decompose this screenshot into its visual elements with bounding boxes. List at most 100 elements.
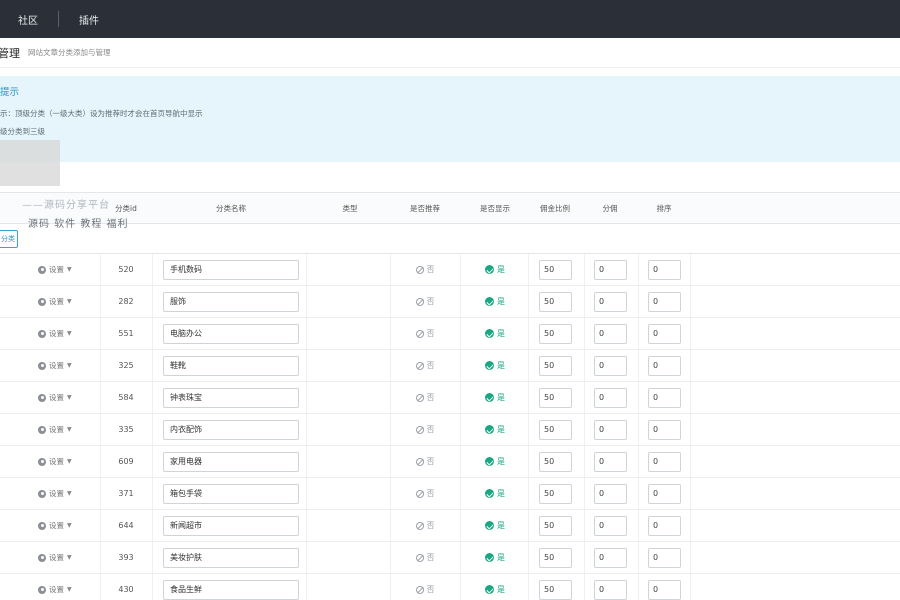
show-toggle[interactable]: 是 [470,318,520,349]
commission-input[interactable]: 50 [539,515,572,536]
cell-divider [690,286,691,317]
sort-input[interactable]: 0 [648,419,681,440]
sort-input[interactable]: 0 [648,259,681,280]
cell-divider [584,350,585,381]
commission-input[interactable]: 50 [539,259,572,280]
show-toggle[interactable]: 是 [470,542,520,573]
show-toggle[interactable]: 是 [470,446,520,477]
share-input[interactable]: 0 [594,579,627,600]
share-input[interactable]: 0 [594,259,627,280]
commission-input[interactable]: 50 [539,451,572,472]
commission-input[interactable]: 50 [539,483,572,504]
show-toggle[interactable]: 是 [470,478,520,509]
show-toggle[interactable]: 是 [470,286,520,317]
row-settings-dropdown[interactable]: 设置 ▼ [38,542,72,573]
add-category-button[interactable]: 分类 [0,230,18,248]
cell-divider [528,510,529,541]
nav-item-plugins[interactable]: 插件 [59,0,119,38]
sort-input[interactable]: 0 [648,483,681,504]
show-toggle[interactable]: 是 [470,510,520,541]
commission-input[interactable]: 50 [539,547,572,568]
sort-input[interactable]: 0 [648,515,681,536]
category-name-input[interactable]: 鞋靴 [163,355,299,376]
commission-input[interactable]: 50 [539,579,572,600]
recommend-toggle[interactable]: 否 [400,446,450,477]
category-id: 371 [118,489,134,498]
ban-icon [415,553,424,562]
show-toggle[interactable]: 是 [470,350,520,381]
row-settings-dropdown[interactable]: 设置 ▼ [38,350,72,381]
settings-label: 设置 [49,393,64,402]
sort-input[interactable]: 0 [648,387,681,408]
category-id: 609 [118,457,134,466]
category-name-input[interactable]: 内衣配饰 [163,419,299,440]
row-settings-dropdown[interactable]: 设置 ▼ [38,478,72,509]
share-input[interactable]: 0 [594,323,627,344]
cell-divider [152,510,153,541]
recommend-toggle[interactable]: 否 [400,414,450,445]
cell-divider [460,510,461,541]
row-settings-dropdown[interactable]: 设置 ▼ [38,446,72,477]
show-toggle[interactable]: 是 [470,382,520,413]
sort-input[interactable]: 0 [648,579,681,600]
sort-input[interactable]: 0 [648,451,681,472]
cell-divider [690,446,691,477]
category-name-input[interactable]: 新闻超市 [163,515,299,536]
category-name-input[interactable]: 美妆护肤 [163,547,299,568]
show-toggle[interactable]: 是 [470,414,520,445]
recommend-label: 否 [426,265,435,274]
recommend-toggle[interactable]: 否 [400,510,450,541]
show-toggle[interactable]: 是 [470,254,520,285]
category-name-input[interactable]: 手机数码 [163,259,299,280]
check-circle-icon [485,585,494,594]
share-input[interactable]: 0 [594,483,627,504]
row-settings-dropdown[interactable]: 设置 ▼ [38,574,72,600]
category-name-input[interactable]: 箱包手袋 [163,483,299,504]
row-settings-dropdown[interactable]: 设置 ▼ [38,286,72,317]
recommend-toggle[interactable]: 否 [400,574,450,600]
share-input[interactable]: 0 [594,387,627,408]
share-input[interactable]: 0 [594,451,627,472]
cell-divider [690,478,691,509]
recommend-toggle[interactable]: 否 [400,318,450,349]
commission-input[interactable]: 50 [539,355,572,376]
recommend-toggle[interactable]: 否 [400,254,450,285]
settings-label: 设置 [49,425,64,434]
settings-label: 设置 [49,521,64,530]
settings-label: 设置 [49,329,64,338]
recommend-toggle[interactable]: 否 [400,286,450,317]
row-settings-dropdown[interactable]: 设置 ▼ [38,254,72,285]
row-settings-dropdown[interactable]: 设置 ▼ [38,510,72,541]
commission-input[interactable]: 50 [539,419,572,440]
row-settings-dropdown[interactable]: 设置 ▼ [38,382,72,413]
share-input[interactable]: 0 [594,515,627,536]
show-toggle[interactable]: 是 [470,574,520,600]
commission-input[interactable]: 50 [539,291,572,312]
sort-input[interactable]: 0 [648,547,681,568]
nav-item-community[interactable]: 社区 [0,0,58,38]
share-input[interactable]: 0 [594,419,627,440]
check-circle-icon [485,297,494,306]
share-input[interactable]: 0 [594,547,627,568]
row-settings-dropdown[interactable]: 设置 ▼ [38,414,72,445]
recommend-toggle[interactable]: 否 [400,478,450,509]
recommend-toggle[interactable]: 否 [400,382,450,413]
show-label: 是 [497,425,505,434]
commission-input[interactable]: 50 [539,323,572,344]
category-name-input[interactable]: 家用电器 [163,451,299,472]
share-input[interactable]: 0 [594,355,627,376]
recommend-toggle[interactable]: 否 [400,542,450,573]
row-settings-dropdown[interactable]: 设置 ▼ [38,318,72,349]
category-name-input[interactable]: 服饰 [163,291,299,312]
cell-divider [584,382,585,413]
recommend-toggle[interactable]: 否 [400,350,450,381]
sort-input[interactable]: 0 [648,355,681,376]
category-name-input[interactable]: 电脑办公 [163,323,299,344]
commission-input[interactable]: 50 [539,387,572,408]
sort-input[interactable]: 0 [648,291,681,312]
gear-icon [38,553,46,562]
category-name-input[interactable]: 钟表珠宝 [163,387,299,408]
share-input[interactable]: 0 [594,291,627,312]
category-name-input[interactable]: 食品生鲜 [163,579,299,600]
sort-input[interactable]: 0 [648,323,681,344]
